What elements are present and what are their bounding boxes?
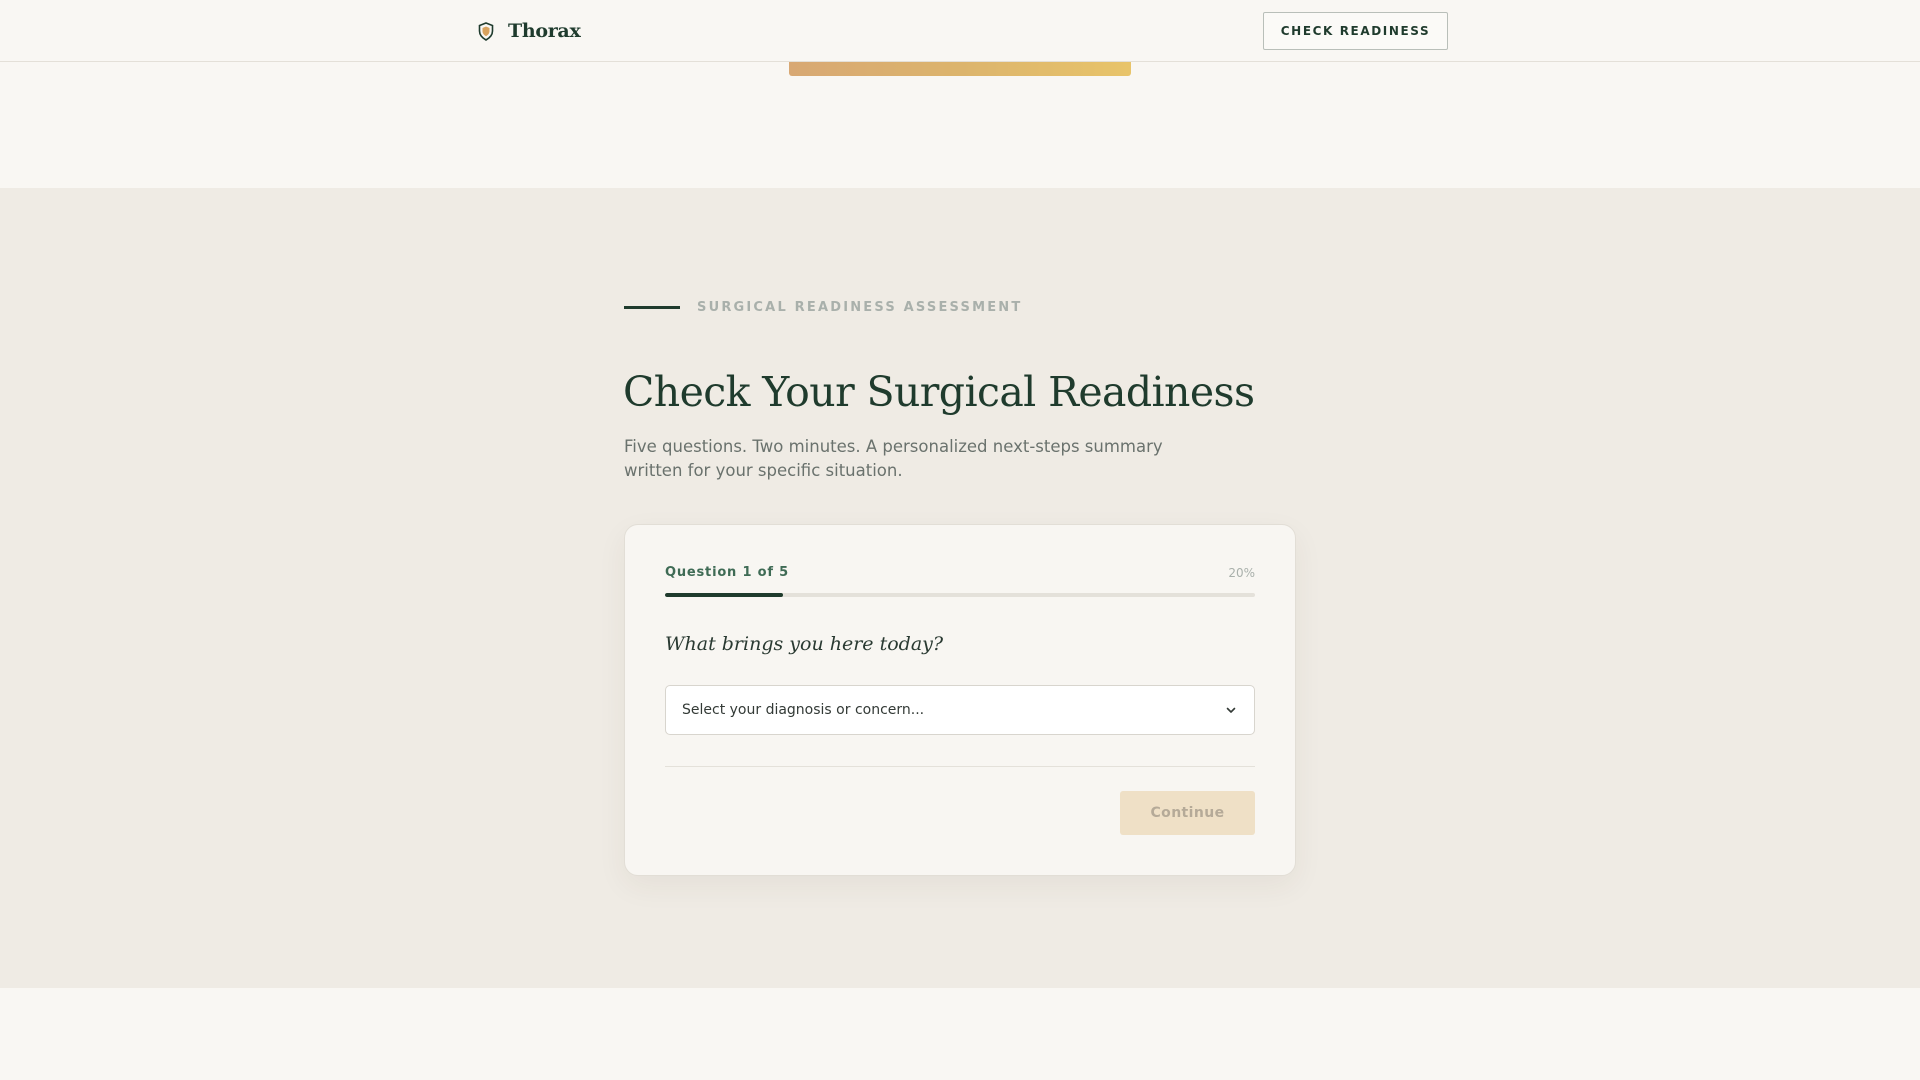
page: Thorax CHECK READINESS SURGICAL READINES… [0, 0, 1920, 1080]
progress-bar [665, 593, 1255, 597]
hero-accent-bar [789, 62, 1131, 76]
brand-name: Thorax [508, 20, 581, 42]
check-readiness-button[interactable]: CHECK READINESS [1263, 12, 1448, 50]
card-divider [665, 766, 1255, 767]
question-text: What brings you here today? [665, 633, 944, 655]
select-placeholder: Select your diagnosis or concern... [682, 702, 925, 718]
section-eyebrow: SURGICAL READINESS ASSESSMENT [624, 300, 1022, 315]
page-subtitle: Five questions. Two minutes. A personali… [624, 437, 1163, 480]
progress-fill [665, 593, 783, 597]
site-header: Thorax CHECK READINESS [0, 0, 1920, 62]
continue-button[interactable]: Continue [1120, 791, 1255, 835]
assessment-card: Question 1 of 5 20% What brings you here… [624, 524, 1296, 876]
chevron-down-icon [1224, 703, 1238, 717]
eyebrow-rule [624, 306, 680, 309]
progress-percent: 20% [1228, 566, 1255, 580]
shield-icon [476, 20, 496, 42]
brand-logo[interactable]: Thorax [476, 18, 581, 44]
eyebrow-label: SURGICAL READINESS ASSESSMENT [697, 300, 1023, 315]
page-title: Check Your Surgical Readiness [623, 368, 1255, 416]
diagnosis-select[interactable]: Select your diagnosis or concern... [665, 685, 1255, 735]
question-counter: Question 1 of 5 [665, 565, 789, 580]
